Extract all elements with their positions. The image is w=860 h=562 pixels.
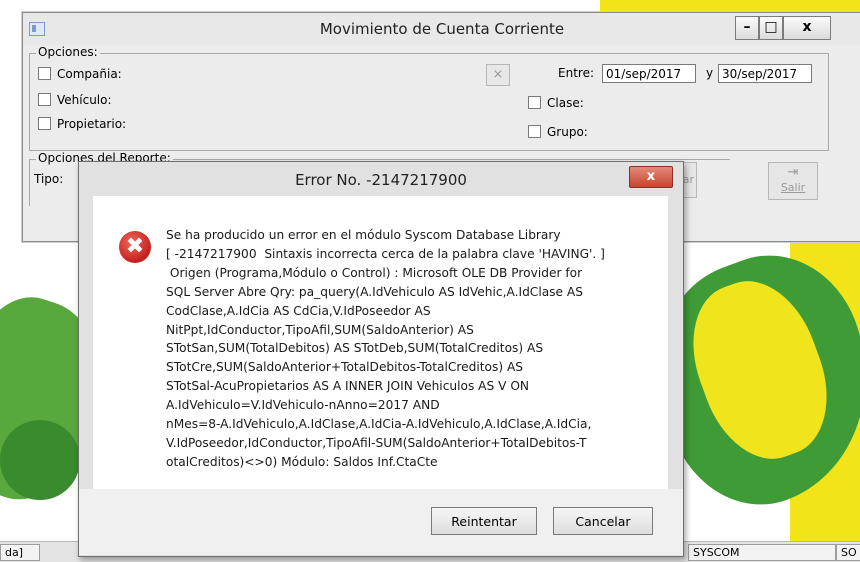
main-window-titlebar[interactable]: Movimiento de Cuenta Corriente – □ x — [23, 13, 860, 45]
checkbox-box[interactable] — [38, 67, 51, 80]
close-button[interactable]: x — [783, 16, 831, 40]
checkbox-label: Vehículo: — [57, 93, 112, 107]
exit-button-label: Salir — [780, 181, 806, 194]
message-line: V.IdPoseedor,IdConductor,TipoAfil-SUM(Sa… — [166, 435, 587, 450]
message-line: STotSan,SUM(TotalDebitos) AS STotDeb,SUM… — [166, 341, 544, 356]
options-group-caption: Opciones: — [36, 45, 100, 59]
options-group: Opciones: Compañia: Vehículo: Propietari… — [29, 45, 829, 151]
message-line: STotSal-AcuPropietarios AS A INNER JOIN … — [166, 379, 530, 394]
error-icon: ✖ — [119, 231, 151, 263]
checkbox-vehiculo[interactable]: Vehículo: — [38, 92, 112, 108]
error-dialog-titlebar[interactable]: Error No. -2147217900 x — [79, 162, 683, 196]
checkbox-box[interactable] — [528, 96, 541, 109]
error-dialog-body: ✖ Se ha producido un error en el módulo … — [93, 196, 668, 489]
between-label: Entre: — [558, 66, 594, 80]
message-line: [ -2147217900 Sintaxis incorrecta cerca … — [166, 246, 605, 261]
retry-button[interactable]: Reintentar — [431, 507, 537, 535]
filter-clear-icon[interactable]: ⨯ — [486, 64, 510, 86]
status-cell-right: SO — [836, 544, 860, 561]
status-cell-left: da] — [0, 544, 40, 561]
error-dialog-title: Error No. -2147217900 — [295, 171, 467, 189]
checkbox-box[interactable] — [38, 93, 51, 106]
date-from-input[interactable]: 01/sep/2017 — [602, 64, 696, 83]
date-to-input[interactable]: 30/sep/2017 — [718, 64, 812, 83]
status-cell-syscom: SYSCOM — [688, 544, 836, 561]
door-exit-icon: ⇥ — [787, 165, 799, 180]
cancel-button[interactable]: Cancelar — [553, 507, 653, 535]
error-dialog-footer: Reintentar Cancelar — [79, 489, 683, 555]
checkbox-propietario[interactable]: Propietario: — [38, 116, 126, 132]
message-line: Origen (Programa,Módulo o Control) : Mic… — [166, 265, 583, 280]
message-line: A.IdVehiculo=V.IdVehiculo-nAnno=2017 AND — [166, 398, 440, 413]
wallpaper-shape — [0, 420, 80, 500]
maximize-button[interactable]: □ — [759, 16, 783, 40]
message-line: SQL Server Abre Qry: pa_query(A.IdVehicu… — [166, 284, 583, 299]
minimize-button[interactable]: – — [735, 16, 759, 40]
type-label: Tipo: — [34, 172, 64, 186]
error-dialog: Error No. -2147217900 x ✖ Se ha producid… — [78, 161, 684, 557]
checkbox-label: Propietario: — [57, 117, 127, 131]
checkbox-box[interactable] — [38, 117, 51, 130]
dialog-close-button[interactable]: x — [629, 166, 673, 188]
exit-button[interactable]: ⇥ Salir — [768, 162, 818, 200]
message-line: NitPpt,IdConductor,TipoAfil,SUM(SaldoAnt… — [166, 322, 474, 337]
checkbox-grupo[interactable]: Grupo: — [528, 124, 588, 140]
message-line: CodClase,A.IdCia AS CdCia,V.IdPoseedor A… — [166, 303, 431, 318]
checkbox-label: Grupo: — [547, 125, 588, 139]
message-line: STotCre,SUM(SaldoAnterior+TotalDebitos-T… — [166, 360, 524, 375]
and-label: y — [706, 66, 714, 80]
message-line: otalCreditos)<>0) Módulo: Saldos Inf.Cta… — [166, 454, 438, 469]
checkbox-box[interactable] — [528, 125, 541, 138]
checkbox-label: Compañia: — [57, 67, 122, 81]
message-line: Se ha producido un error en el módulo Sy… — [166, 228, 561, 242]
error-message: Se ha producido un error en el módulo Sy… — [166, 226, 661, 472]
checkbox-compania[interactable]: Compañia: — [38, 66, 122, 82]
message-line: nMes=8-A.IdVehiculo,A.IdClase,A.IdCia-A.… — [166, 417, 592, 432]
checkbox-clase[interactable]: Clase: — [528, 95, 584, 111]
checkbox-label: Clase: — [547, 96, 584, 110]
